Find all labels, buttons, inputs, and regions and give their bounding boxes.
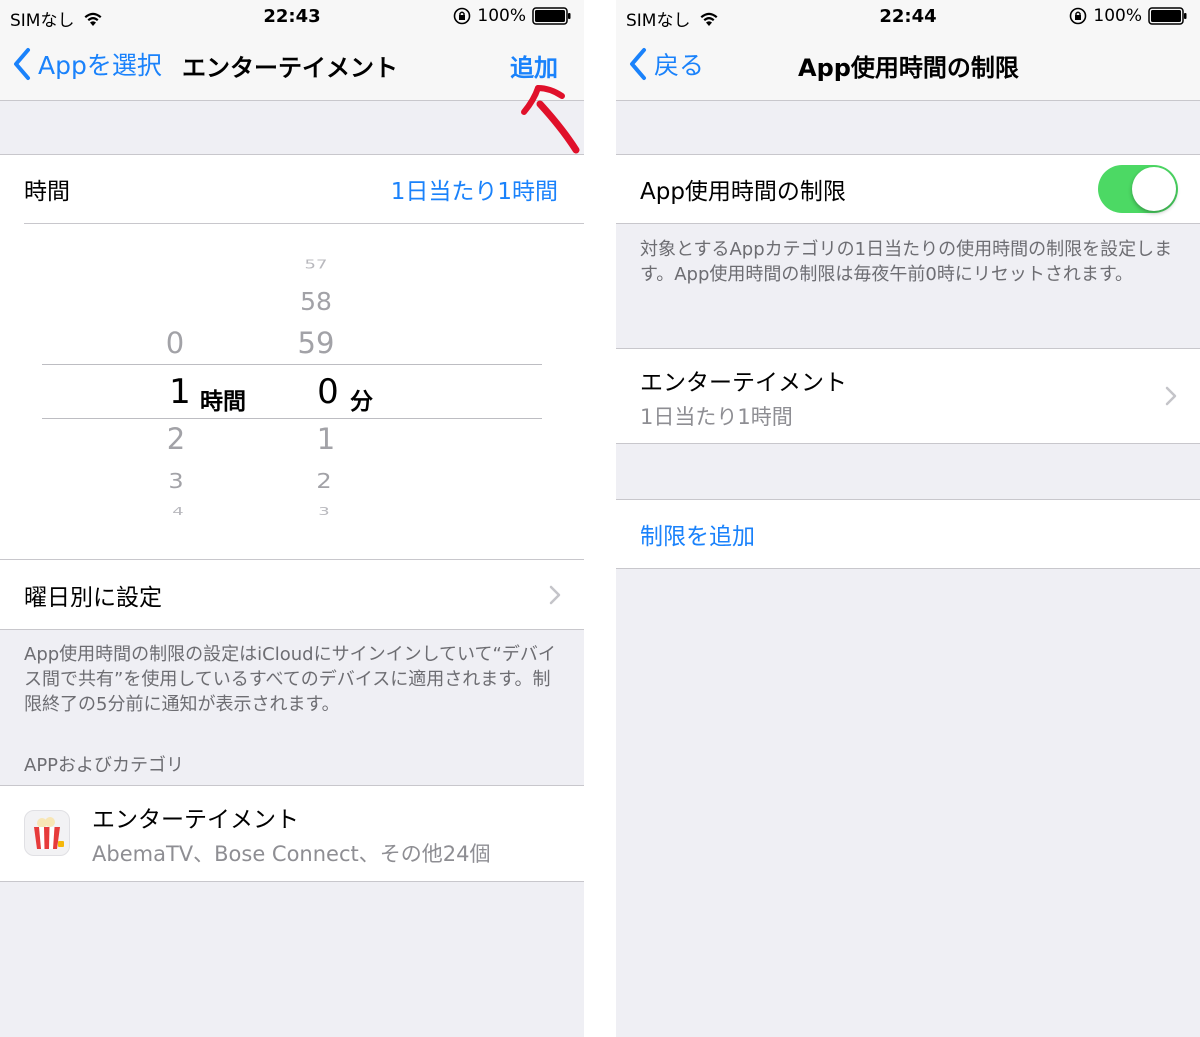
status-battery-area: 100% — [453, 6, 572, 26]
battery-percent: 100% — [477, 6, 526, 26]
battery-percent: 100% — [1093, 6, 1142, 26]
chevron-right-icon — [1165, 386, 1177, 406]
navigation-bar: SIMなし 22:44 100% 戻る App使用時間の制限 — [616, 0, 1200, 101]
battery-icon — [532, 7, 571, 25]
limit-row-title: エンターテイメント — [640, 370, 847, 396]
time-row-label: 時間 — [24, 179, 70, 205]
picker-minute-option[interactable]: 58 — [276, 287, 356, 316]
weekday-row[interactable]: 曜日別に設定 — [0, 560, 584, 629]
chevron-left-icon — [14, 48, 30, 80]
picker-minute-option[interactable]: 1 — [286, 422, 366, 456]
category-subtitle: AbemaTV、Bose Connect、その他24個 — [92, 842, 491, 866]
back-button[interactable]: Appを選択 — [12, 46, 162, 82]
category-row[interactable]: エンターテイメント AbemaTV、Bose Connect、その他24個 — [0, 786, 584, 881]
back-button-label: 戻る — [654, 51, 705, 80]
picker-hour-option[interactable]: 4 — [138, 505, 218, 518]
limit-footnote: 対象とするAppカテゴリの1日当たりの使用時間の制限を設定します。App使用時間… — [640, 239, 1173, 285]
picker-hour-unit: 時間 — [200, 389, 246, 415]
limit-toggle-group: App使用時間の制限 — [616, 154, 1200, 224]
limit-toggle-row: App使用時間の制限 — [616, 155, 1200, 223]
category-title: エンターテイメント — [92, 807, 299, 833]
sharing-footnote: App使用時間の制限の設定はiCloudにサインインしていて“デバイス間で共有”… — [24, 644, 556, 715]
add-limit-button[interactable]: 制限を追加 — [640, 517, 755, 551]
weekday-row-label: 曜日別に設定 — [24, 584, 162, 611]
add-button[interactable]: 追加 — [510, 48, 558, 83]
back-button-label: Appを選択 — [38, 51, 162, 80]
category-group: エンターテイメント AbemaTV、Bose Connect、その他24個 — [0, 785, 584, 882]
picker-hour-option[interactable]: 2 — [136, 422, 216, 456]
rotation-lock-icon — [1070, 7, 1087, 25]
limit-toggle-label: App使用時間の制限 — [640, 179, 846, 205]
add-limit-row[interactable]: 制限を追加 — [616, 500, 1200, 568]
limit-list-group: エンターテイメント 1日当たり1時間 — [616, 348, 1200, 444]
battery-icon — [1148, 7, 1187, 25]
toggle-knob — [1132, 167, 1176, 211]
page-title: App使用時間の制限 — [798, 54, 1019, 82]
picker-minute-option[interactable]: 59 — [276, 326, 356, 360]
back-button[interactable]: 戻る — [628, 46, 704, 82]
screen-category-limit: SIMなし 22:43 100% Appを選択 エンターテイメント 追加 時間 … — [0, 0, 584, 1037]
picker-hour-option[interactable]: 3 — [136, 469, 216, 493]
picker-minute-option[interactable]: 2 — [284, 469, 364, 493]
picker-minute-unit: 分 — [350, 389, 373, 415]
section-header-apps: APPおよびカテゴリ — [24, 755, 185, 776]
picker-selection-line — [42, 418, 542, 419]
picker-minute-option[interactable]: 57 — [276, 257, 356, 272]
navigation-bar: SIMなし 22:43 100% Appを選択 エンターテイメント 追加 — [0, 0, 584, 101]
limit-row-entertainment[interactable]: エンターテイメント 1日当たり1時間 — [616, 349, 1200, 443]
limit-toggle-switch[interactable] — [1098, 165, 1178, 213]
time-setting-group: 時間 1日当たり1時間 57 58 59 0 1 時間 0 分 2 3 4 1 … — [0, 154, 584, 560]
limit-row-subtitle: 1日当たり1時間 — [640, 405, 793, 429]
popcorn-icon — [24, 810, 70, 856]
time-row-value: 1日当たり1時間 — [390, 179, 558, 205]
chevron-left-icon — [630, 48, 646, 80]
time-picker[interactable]: 57 58 59 0 1 時間 0 分 2 3 4 1 2 3 — [0, 224, 584, 560]
picker-selection-line — [42, 364, 542, 365]
time-row[interactable]: 時間 1日当たり1時間 — [0, 155, 584, 223]
annotation-arrow-icon — [521, 85, 580, 154]
page-title: エンターテイメント — [182, 54, 398, 82]
add-limit-group: 制限を追加 — [616, 499, 1200, 569]
rotation-lock-icon — [454, 7, 471, 25]
screen-app-limits: SIMなし 22:44 100% 戻る App使用時間の制限 App使用時間の制… — [616, 0, 1200, 1037]
chevron-right-icon — [549, 585, 561, 605]
picker-minute-option[interactable]: 3 — [284, 505, 364, 518]
weekday-group: 曜日別に設定 — [0, 559, 584, 630]
status-battery-area: 100% — [1069, 6, 1188, 26]
picker-hour-option[interactable]: 0 — [135, 326, 215, 360]
